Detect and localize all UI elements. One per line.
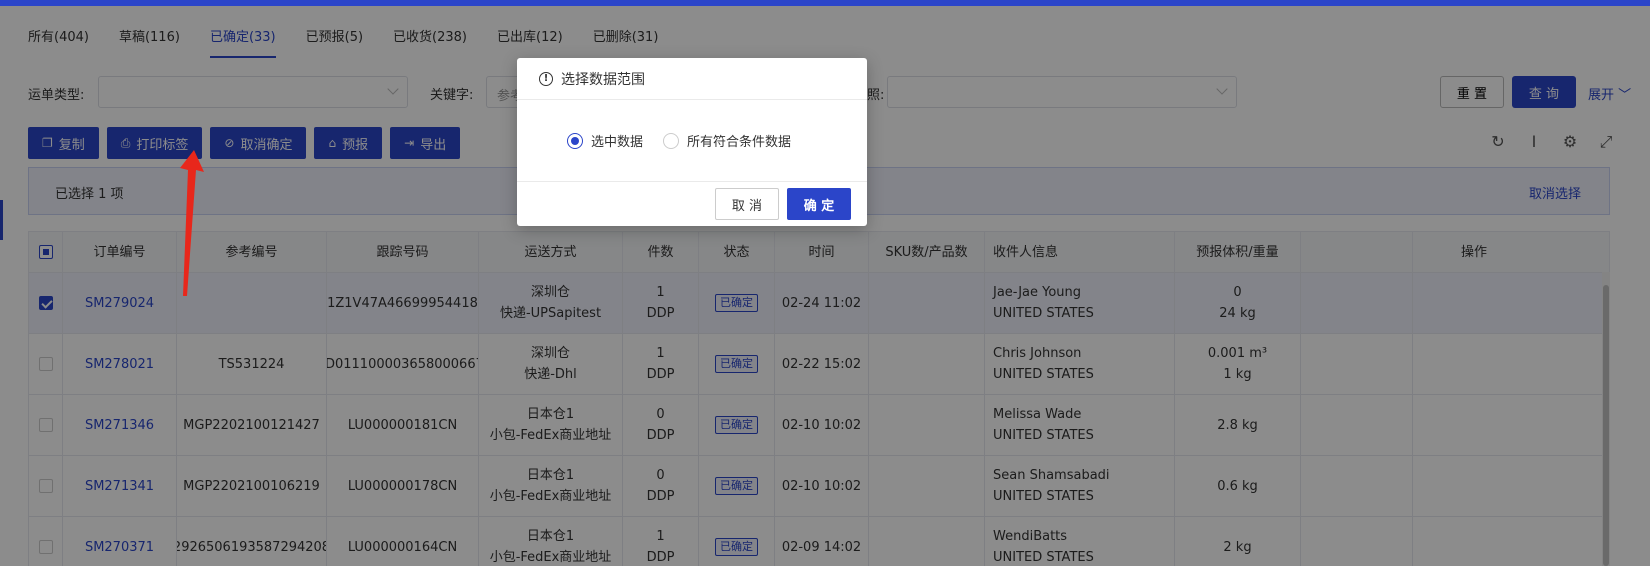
radio-selected-data[interactable]: 选中数据 [567, 131, 643, 150]
radio-label: 选中数据 [591, 135, 644, 150]
dialog-footer: 取 消 确 定 [517, 182, 867, 226]
radio-label: 所有符合条件数据 [687, 135, 792, 150]
radio-all-data[interactable]: 所有符合条件数据 [663, 131, 791, 150]
dialog-header: ! 选择数据范围 [517, 58, 867, 100]
confirm-button[interactable]: 确 定 [787, 188, 851, 220]
cancel-button[interactable]: 取 消 [715, 188, 779, 220]
info-icon: ! [539, 71, 553, 86]
dialog-body: 选中数据 所有符合条件数据 [517, 100, 867, 182]
radio-dot [567, 132, 583, 149]
dialog-title: 选择数据范围 [561, 71, 645, 88]
select-range-dialog: ! 选择数据范围 选中数据 所有符合条件数据 取 消 确 定 [517, 58, 867, 226]
radio-dot [663, 132, 680, 149]
